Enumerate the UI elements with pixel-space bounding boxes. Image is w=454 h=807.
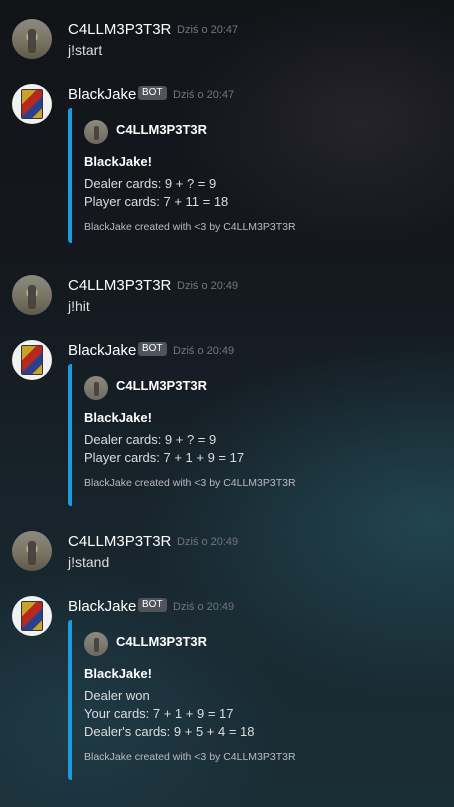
message-timestamp: Dziś o 20:49 <box>177 280 239 292</box>
embed-author[interactable]: C4LLM3P3T3R <box>116 634 207 649</box>
embed-line-your-cards: Your cards: 7 + 1 + 9 = 17 <box>84 706 234 721</box>
embed-author[interactable]: C4LLM3P3T3R <box>116 378 207 393</box>
embed-line-dealer: Dealer cards: 9 + ? = 9 <box>84 432 217 447</box>
message-bot-result: BlackJake BOT Dziś o 20:49 C4LLM3P3T3R B… <box>0 592 454 792</box>
embed-line-result: Dealer won <box>84 688 150 703</box>
embed-footer: BlackJake created with <3 by C4LLM3P3T3R <box>84 477 296 489</box>
game-embed: C4LLM3P3T3R BlackJake! Dealer cards: 9 +… <box>68 364 346 506</box>
embed-title: BlackJake! <box>84 154 152 169</box>
embed-line-player: Player cards: 7 + 1 + 9 = 17 <box>84 450 245 465</box>
game-embed: C4LLM3P3T3R BlackJake! Dealer won Your c… <box>68 620 346 780</box>
bot-username[interactable]: BlackJake <box>68 86 136 103</box>
embed-author-avatar <box>84 632 108 656</box>
embed-footer: BlackJake created with <3 by C4LLM3P3T3R <box>84 751 296 763</box>
bot-tag: BOT <box>138 86 167 100</box>
playing-card-icon <box>21 89 43 119</box>
user-avatar[interactable] <box>12 531 52 571</box>
bot-avatar[interactable] <box>12 596 52 636</box>
embed-author-avatar <box>84 120 108 144</box>
message-user-hit: C4LLM3P3T3R Dziś o 20:49 j!hit <box>0 256 454 326</box>
embed-line-dealer-cards: Dealer's cards: 9 + 5 + 4 = 18 <box>84 724 255 739</box>
bot-tag: BOT <box>138 598 167 612</box>
embed-author-avatar <box>84 376 108 400</box>
message-timestamp: Dziś o 20:49 <box>173 601 235 613</box>
message-timestamp: Dziś o 20:47 <box>173 89 235 101</box>
message-bot-reply: BlackJake BOT Dziś o 20:49 C4LLM3P3T3R B… <box>0 336 454 506</box>
username[interactable]: C4LLM3P3T3R <box>68 21 171 38</box>
message-bot-reply: BlackJake BOT Dziś o 20:47 C4LLM3P3T3R B… <box>0 80 454 250</box>
bot-username[interactable]: BlackJake <box>68 598 136 615</box>
message-timestamp: Dziś o 20:47 <box>177 24 239 36</box>
message-text: j!stand <box>68 554 110 570</box>
user-avatar[interactable] <box>12 275 52 315</box>
username[interactable]: C4LLM3P3T3R <box>68 277 171 294</box>
message-text: j!hit <box>68 298 90 314</box>
embed-line-dealer: Dealer cards: 9 + ? = 9 <box>84 176 217 191</box>
message-text: j!start <box>68 42 103 58</box>
bot-username[interactable]: BlackJake <box>68 342 136 359</box>
playing-card-icon <box>21 345 43 375</box>
playing-card-icon <box>21 601 43 631</box>
embed-footer: BlackJake created with <3 by C4LLM3P3T3R <box>84 221 296 233</box>
bot-avatar[interactable] <box>12 340 52 380</box>
message-timestamp: Dziś o 20:49 <box>173 345 235 357</box>
user-avatar[interactable] <box>12 19 52 59</box>
message-timestamp: Dziś o 20:49 <box>177 536 239 548</box>
bot-avatar[interactable] <box>12 84 52 124</box>
message-user-stand: C4LLM3P3T3R Dziś o 20:49 j!stand <box>0 512 454 582</box>
embed-title: BlackJake! <box>84 410 152 425</box>
embed-author[interactable]: C4LLM3P3T3R <box>116 122 207 137</box>
embed-line-player: Player cards: 7 + 11 = 18 <box>84 194 229 209</box>
message-user-start: C4LLM3P3T3R Dziś o 20:47 j!start <box>0 0 454 70</box>
bot-tag: BOT <box>138 342 167 356</box>
embed-title: BlackJake! <box>84 666 152 681</box>
game-embed: C4LLM3P3T3R BlackJake! Dealer cards: 9 +… <box>68 108 346 243</box>
username[interactable]: C4LLM3P3T3R <box>68 533 171 550</box>
